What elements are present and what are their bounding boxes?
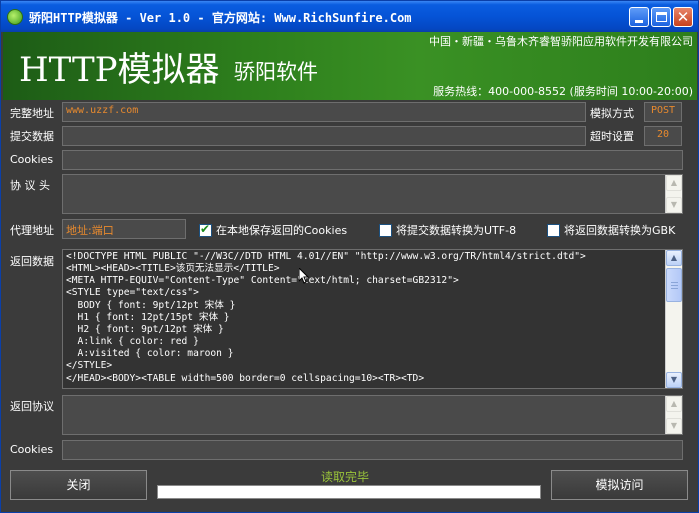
status-text: 读取完毕 (321, 470, 370, 484)
proxy-label: 代理地址 (10, 224, 54, 237)
banner-app-name: HTTP模拟器 (19, 50, 220, 90)
timeout-input[interactable]: 20 (644, 126, 682, 146)
headers-label: 协 议 头 (10, 179, 50, 192)
progress-bar (157, 485, 541, 499)
close-window-button[interactable]: ✕ (673, 7, 693, 27)
headers-textarea[interactable]: ▲ ▼ (62, 174, 683, 214)
return-gbk-label: 将返回数据转换为GBK (564, 224, 676, 237)
submit-utf8-checkbox[interactable]: 将提交数据转换为UTF-8 (379, 222, 516, 238)
checkbox-checked-icon[interactable]: ✔ (199, 222, 212, 237)
simulate-button[interactable]: 模拟访问 (551, 470, 688, 500)
response-data-textarea[interactable]: <!DOCTYPE HTML PUBLIC "-//W3C//DTD HTML … (62, 249, 683, 389)
code-line: <META HTTP-EQUIV="Content-Type" Content=… (66, 275, 459, 287)
submit-utf8-label: 将提交数据转换为UTF-8 (396, 224, 517, 237)
code-line: A:visited { color: maroon } (66, 348, 234, 360)
response-cookies-label: Cookies (10, 443, 54, 456)
proxy-input[interactable]: 地址:端口 (62, 219, 186, 239)
save-cookies-label: 在本地保存返回的Cookies (216, 224, 348, 237)
maximize-icon (656, 12, 667, 22)
response-protocol-label: 返回协议 (10, 400, 54, 413)
save-cookies-checkbox[interactable]: ✔ 在本地保存返回的Cookies (199, 222, 347, 238)
scroll-up-arrow-icon[interactable]: ▲ (666, 396, 682, 412)
scroll-up-arrow-icon[interactable]: ▲ (666, 175, 682, 191)
return-gbk-checkbox[interactable]: 将返回数据转换为GBK (547, 222, 675, 238)
code-line: BODY { font: 9pt/12pt 宋体 } (66, 299, 236, 311)
code-line: <!DOCTYPE HTML PUBLIC "-//W3C//DTD HTML … (66, 251, 586, 262)
checkbox-icon[interactable] (547, 223, 560, 237)
cookies-label: Cookies (10, 153, 54, 166)
code-line: </HEAD><BODY><TABLE width=500 border=0 c… (66, 372, 425, 384)
code-line: H1 { font: 12pt/15pt 宋体 } (66, 311, 230, 323)
timeout-label: 超时设置 (590, 130, 634, 143)
headers-scrollbar[interactable]: ▲ ▼ (665, 175, 682, 213)
main-panel: 完整地址 www.uzzf.com 模拟方式 POST 提交数据 超时设置 20… (3, 100, 697, 512)
response-code[interactable]: <!DOCTYPE HTML PUBLIC "-//W3C//DTD HTML … (63, 250, 665, 388)
banner-company: 中国・新疆・乌鲁木齐睿智骄阳应用软件开发有限公司 (429, 35, 693, 48)
close-icon: ✕ (676, 8, 690, 26)
response-data-label: 返回数据 (10, 255, 54, 268)
mouse-pointer-icon (299, 268, 309, 284)
maximize-button[interactable] (651, 7, 671, 27)
code-line: <HTML><HEAD><TITLE>该页无法显示</TITLE> (66, 263, 280, 275)
minimize-button[interactable] (629, 7, 649, 27)
banner-hotline: 服务热线：400-000-8552 (服务时间 10:00-20:00) (433, 85, 693, 98)
app-window: 骄阳HTTP模拟器 - Ver 1.0 - 官方网站: Www.RichSunf… (0, 0, 699, 513)
method-label: 模拟方式 (590, 107, 634, 120)
response-scrollbar[interactable]: ▲ ▼ (665, 250, 682, 388)
scroll-down-arrow-icon[interactable]: ▼ (666, 372, 682, 388)
scroll-down-arrow-icon[interactable]: ▼ (666, 197, 682, 213)
url-label: 完整地址 (10, 107, 54, 120)
checkbox-icon[interactable] (379, 223, 392, 237)
code-line: H2 { font: 9pt/12pt 宋体 } (66, 323, 224, 335)
protocol-scrollbar[interactable]: ▲ ▼ (665, 396, 682, 434)
scroll-thumb[interactable] (666, 268, 682, 302)
scroll-up-arrow-icon[interactable]: ▲ (666, 250, 682, 266)
cookies-input[interactable] (62, 150, 683, 170)
window-title: 骄阳HTTP模拟器 - Ver 1.0 - 官方网站: Www.RichSunf… (29, 11, 412, 25)
response-cookies-input[interactable] (62, 440, 683, 460)
minimize-icon (635, 20, 643, 23)
scroll-down-arrow-icon[interactable]: ▼ (666, 418, 682, 434)
url-input[interactable]: www.uzzf.com (62, 102, 586, 122)
code-line: A:link { color: red } (66, 336, 199, 348)
response-protocol-textarea[interactable]: ▲ ▼ (62, 395, 683, 435)
banner-brand: 骄阳软件 (234, 60, 318, 84)
title-bar[interactable]: 骄阳HTTP模拟器 - Ver 1.0 - 官方网站: Www.RichSunf… (1, 1, 698, 32)
post-data-input[interactable] (62, 126, 586, 146)
header-banner: HTTP模拟器 骄阳软件 中国・新疆・乌鲁木齐睿智骄阳应用软件开发有限公司 服务… (3, 32, 697, 100)
code-line: <STYLE type="text/css"> (66, 287, 199, 299)
post-data-label: 提交数据 (10, 130, 54, 143)
close-button[interactable]: 关闭 (10, 470, 147, 500)
app-logo-icon (7, 9, 23, 25)
method-select[interactable]: POST (644, 102, 682, 122)
code-line: </STYLE> (66, 360, 113, 372)
